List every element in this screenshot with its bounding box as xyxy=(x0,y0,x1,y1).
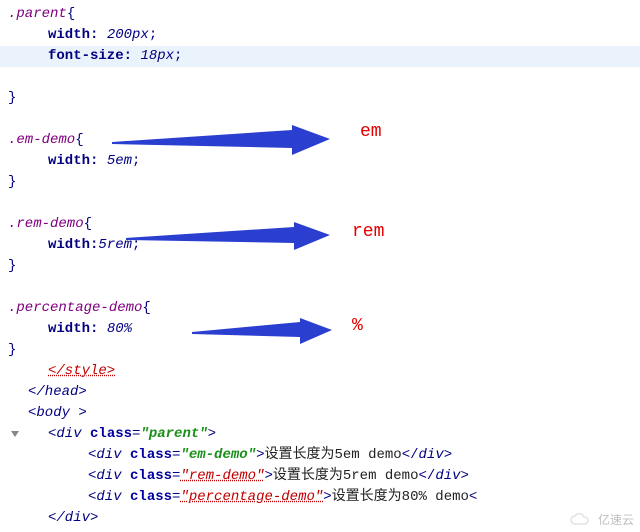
code-block: .parent{ width: 200px; font-size: 18px; … xyxy=(0,0,640,529)
fold-marker-icon[interactable] xyxy=(11,431,19,437)
closing-head-tag: </head> xyxy=(0,382,640,403)
blank-line xyxy=(0,277,640,298)
arrow-icon xyxy=(112,125,332,161)
annotation-pct: % xyxy=(352,316,363,336)
css-close: } xyxy=(0,88,640,109)
body-open-tag: <body > xyxy=(0,403,640,424)
div-parent-open: <div class="parent"> xyxy=(0,424,640,445)
blank-line xyxy=(0,67,640,88)
css-rule-pct: .percentage-demo{ xyxy=(0,298,640,319)
annotation-rem: rem xyxy=(352,222,384,242)
css-close: } xyxy=(0,256,640,277)
blank-line xyxy=(0,193,640,214)
closing-div-tag: </div> xyxy=(0,508,640,529)
child-div: <div class="percentage-demo">设置长度为80% de… xyxy=(0,487,640,508)
css-close: } xyxy=(0,172,640,193)
closing-style-tag: </style> xyxy=(0,361,640,382)
arrow-icon xyxy=(126,222,332,256)
annotation-em: em xyxy=(360,122,382,142)
css-decl-highlight: font-size: 18px; xyxy=(0,46,640,67)
child-div: <div class="em-demo">设置长度为5em demo</div> xyxy=(0,445,640,466)
css-decl: width: 200px; xyxy=(0,25,640,46)
arrow-icon xyxy=(192,318,334,348)
watermark: 亿速云 xyxy=(568,511,634,528)
cloud-icon xyxy=(568,512,594,528)
child-div: <div class="rem-demo">设置长度为5rem demo</di… xyxy=(0,466,640,487)
css-rule-parent: .parent{ xyxy=(0,4,640,25)
